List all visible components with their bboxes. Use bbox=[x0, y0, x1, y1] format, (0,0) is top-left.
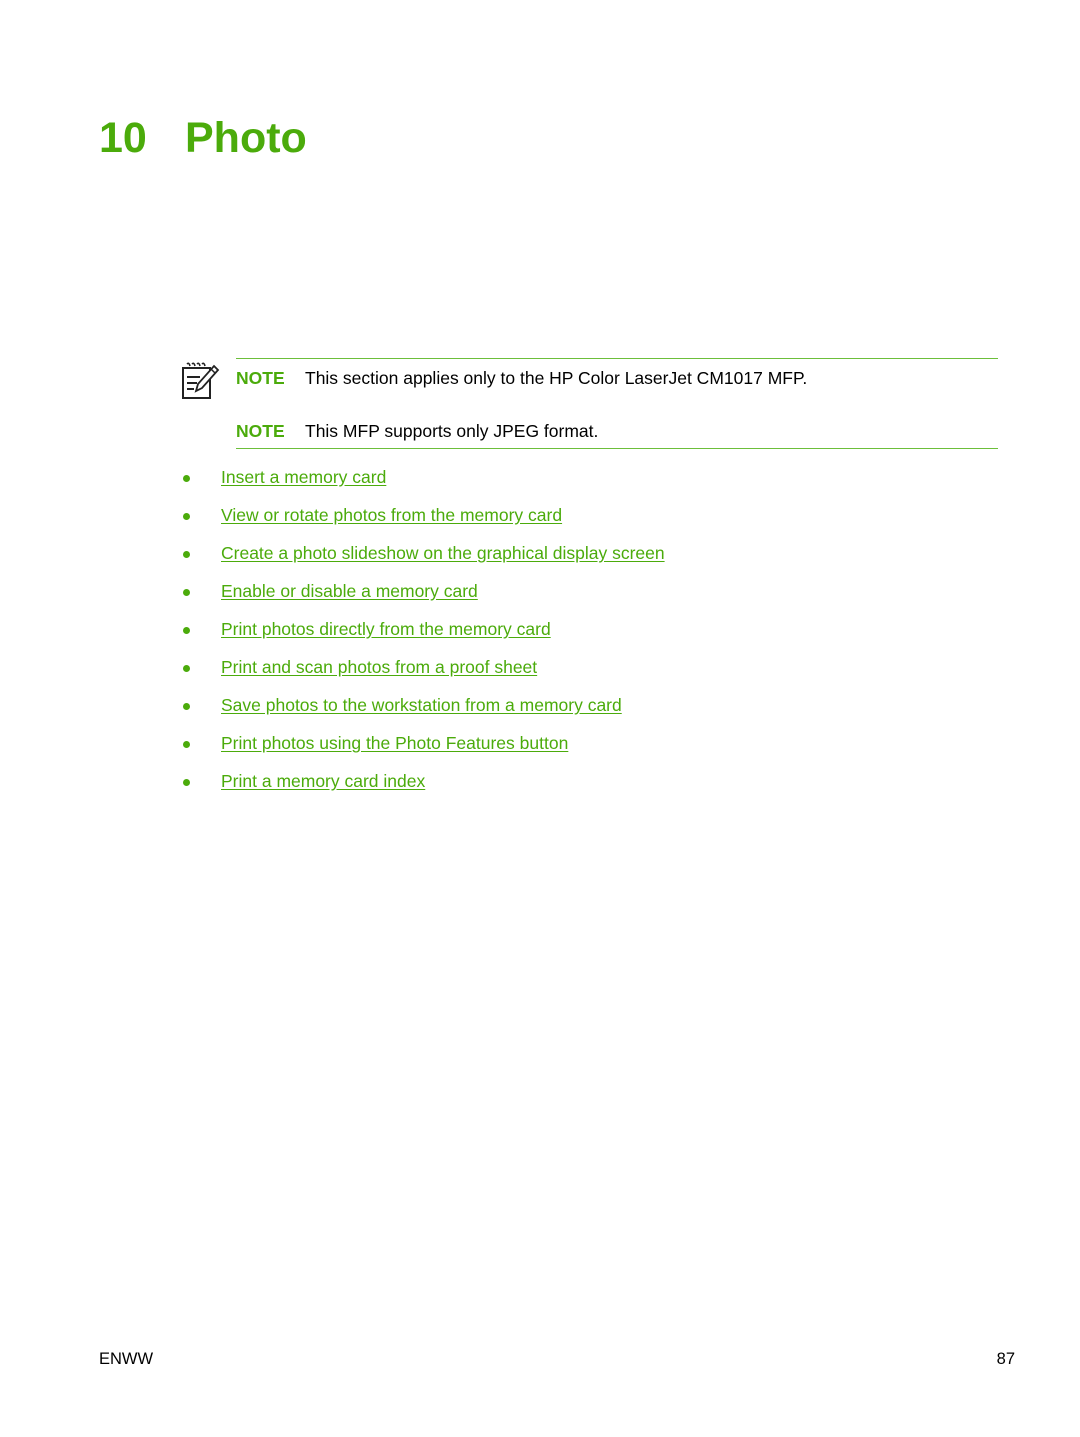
bullet-icon bbox=[183, 665, 190, 672]
page-number: 87 bbox=[996, 1350, 1015, 1368]
note-label: NOTE bbox=[236, 368, 285, 388]
topic-link[interactable]: Print photos using the Photo Features bu… bbox=[221, 732, 568, 754]
topic-link[interactable]: Print and scan photos from a proof sheet bbox=[221, 656, 537, 678]
note-item: NOTE This section applies only to the HP … bbox=[236, 367, 807, 389]
topic-link[interactable]: Save photos to the workstation from a me… bbox=[221, 694, 622, 716]
note-pencil-icon bbox=[180, 362, 220, 400]
bullet-icon bbox=[183, 779, 190, 786]
bullet-icon bbox=[183, 551, 190, 558]
bullet-icon bbox=[183, 627, 190, 634]
topic-link[interactable]: Enable or disable a memory card bbox=[221, 580, 478, 602]
note-label: NOTE bbox=[236, 421, 285, 441]
footer-locale: ENWW bbox=[99, 1350, 154, 1368]
topic-link[interactable]: Print a memory card index bbox=[221, 770, 425, 792]
note-top-rule bbox=[236, 358, 998, 359]
bullet-icon bbox=[183, 475, 190, 482]
note-text: This section applies only to the HP Colo… bbox=[305, 368, 808, 388]
topic-link[interactable]: Print photos directly from the memory ca… bbox=[221, 618, 551, 640]
chapter-name: Photo bbox=[185, 114, 307, 162]
topic-link[interactable]: Insert a memory card bbox=[221, 466, 386, 488]
topic-link[interactable]: View or rotate photos from the memory ca… bbox=[221, 504, 562, 526]
topic-link[interactable]: Create a photo slideshow on the graphica… bbox=[221, 542, 665, 564]
bullet-icon bbox=[183, 589, 190, 596]
chapter-title: 10 Photo bbox=[99, 112, 307, 164]
bullet-icon bbox=[183, 703, 190, 710]
chapter-number: 10 bbox=[99, 114, 147, 162]
bullet-icon bbox=[183, 741, 190, 748]
note-text: This MFP supports only JPEG format. bbox=[305, 421, 599, 441]
note-item: NOTE This MFP supports only JPEG format. bbox=[236, 420, 598, 442]
note-bottom-rule bbox=[236, 448, 998, 449]
bullet-icon bbox=[183, 513, 190, 520]
